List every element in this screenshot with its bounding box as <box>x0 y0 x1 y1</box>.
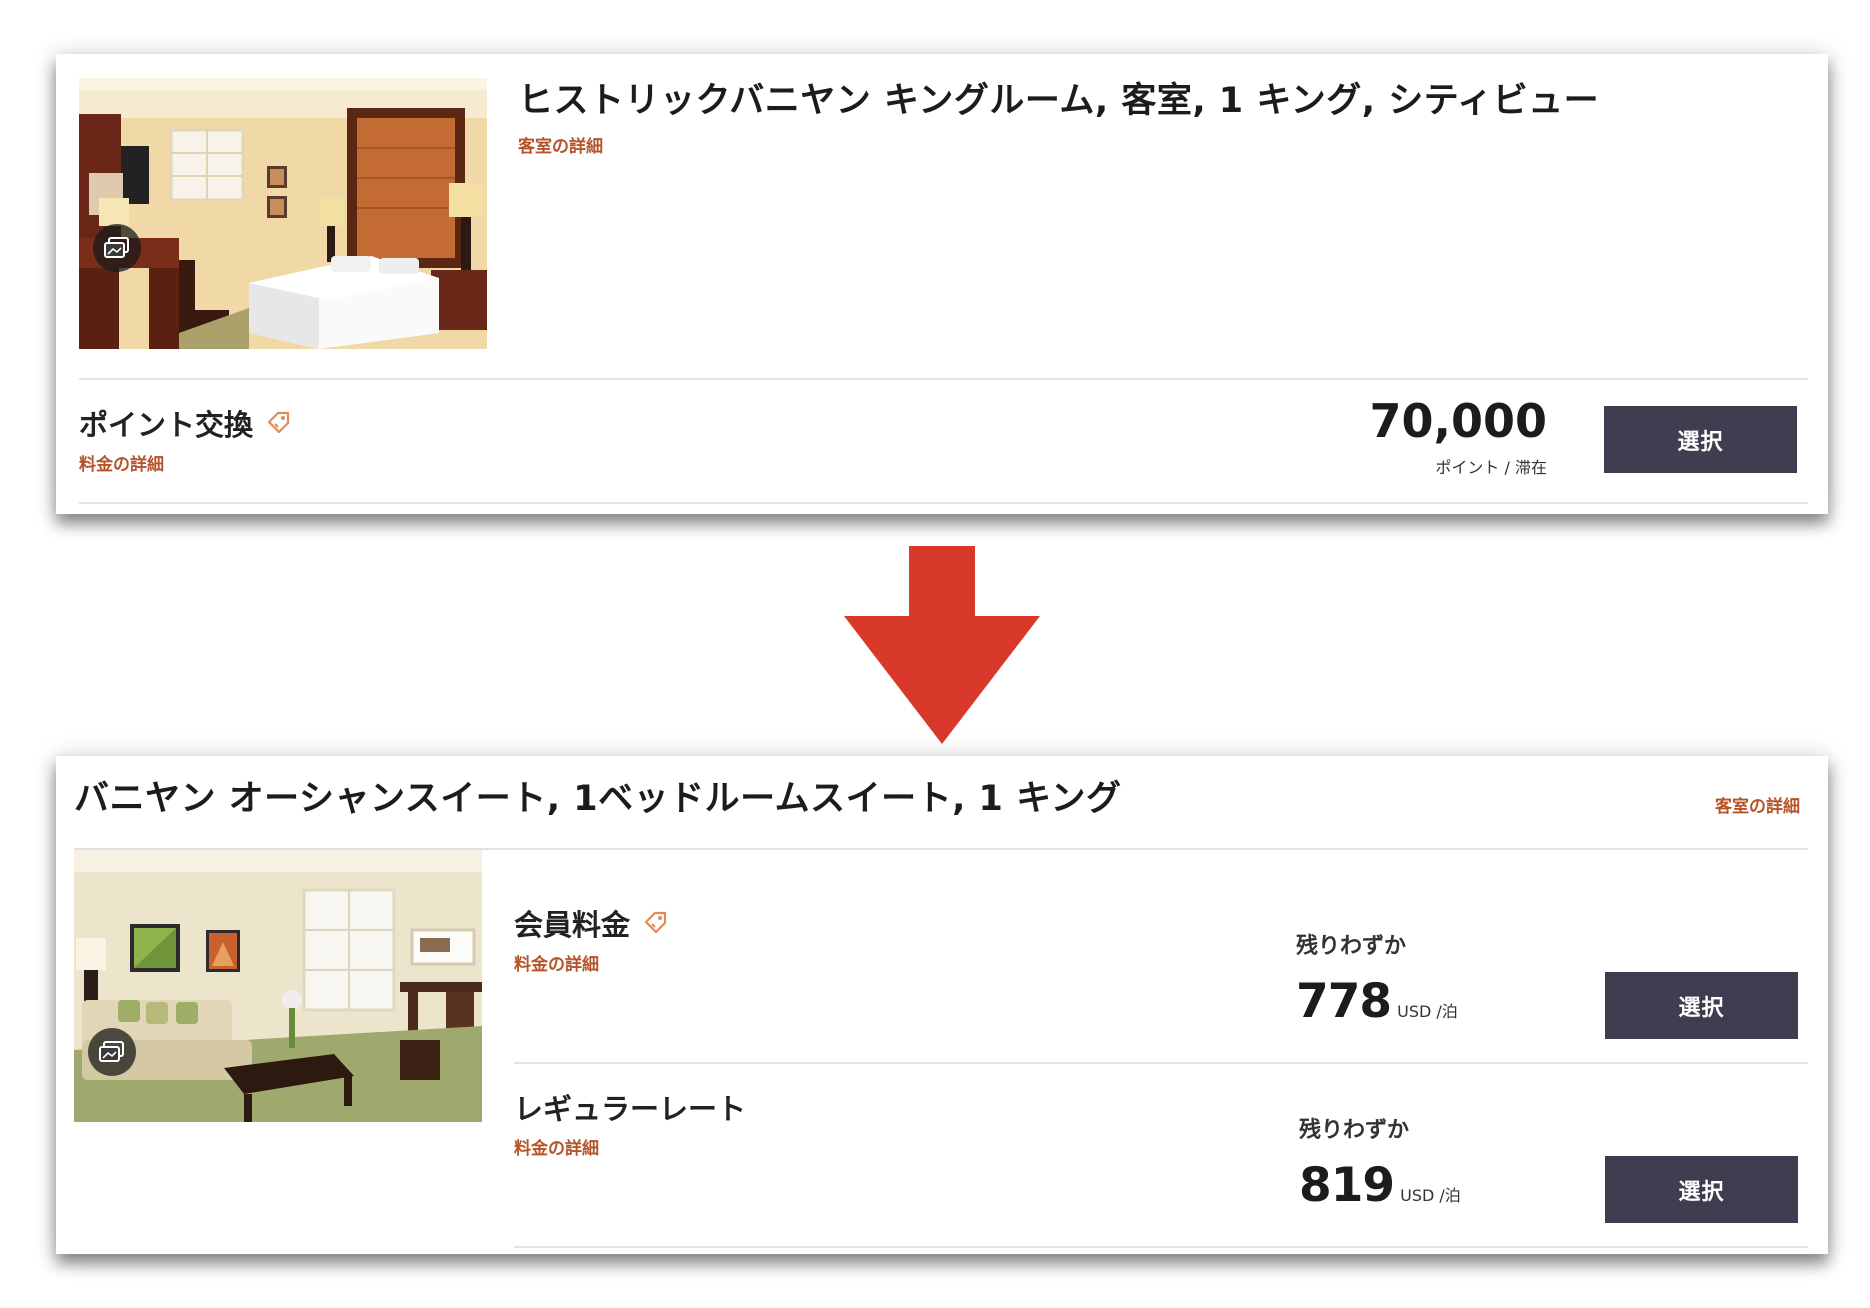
points-unit: ポイント / 滞在 <box>1435 458 1547 477</box>
room-photo-suite[interactable] <box>74 850 482 1122</box>
rate-name-label: 会員料金 <box>514 908 631 942</box>
photo-gallery-button[interactable] <box>88 1028 136 1076</box>
price-amount: 819 <box>1299 1158 1395 1213</box>
room-details-link[interactable]: 客室の詳細 <box>518 132 603 157</box>
rate-details-link[interactable]: 料金の詳細 <box>514 1134 599 1159</box>
availability-label: 残りわずか <box>1299 1118 1410 1143</box>
rate-name-regular: レギュラーレート <box>514 1086 746 1128</box>
price-unit: USD /泊 <box>1397 1002 1458 1021</box>
availability-label: 残りわずか <box>1296 934 1407 959</box>
select-button[interactable]: 選択 <box>1604 406 1797 473</box>
divider <box>79 502 1808 504</box>
room-title: バニヤン オーシャンスイート, 1ベッドルームスイート, 1 キング <box>74 779 1122 819</box>
offer-tag-icon <box>267 411 290 434</box>
rate-name-member: 会員料金 <box>514 902 670 944</box>
room-photo-suite-image <box>74 850 482 1122</box>
room-card-ocean-suite: バニヤン オーシャンスイート, 1ベッドルームスイート, 1 キング 客室の詳細 <box>56 756 1828 1254</box>
rate-name-points: ポイント交換 <box>79 402 293 444</box>
divider <box>79 378 1808 380</box>
offer-tag-icon <box>644 911 667 934</box>
down-arrow-icon <box>844 546 1040 744</box>
divider <box>514 1246 1808 1248</box>
rate-name-label: ポイント交換 <box>79 408 254 442</box>
room-photo-king-image <box>79 78 487 349</box>
price-unit: USD /泊 <box>1400 1186 1461 1205</box>
room-details-link[interactable]: 客室の詳細 <box>1715 792 1800 817</box>
price: 819 USD /泊 <box>1299 1158 1461 1213</box>
rate-name-label: レギュラーレート <box>514 1092 747 1126</box>
room-title: ヒストリックバニヤン キングルーム, 客室, 1 キング, シティビュー <box>518 81 1600 121</box>
rate-details-link[interactable]: 料金の詳細 <box>514 950 599 975</box>
select-button[interactable]: 選択 <box>1605 972 1798 1039</box>
photo-gallery-icon <box>99 1041 124 1062</box>
photo-gallery-icon <box>104 237 129 258</box>
price: 778 USD /泊 <box>1296 974 1458 1029</box>
room-card-historic-king: ヒストリックバニヤン キングルーム, 客室, 1 キング, シティビュー 客室の… <box>56 54 1828 514</box>
points-amount: 70,000 <box>1369 394 1547 448</box>
select-button[interactable]: 選択 <box>1605 1156 1798 1223</box>
room-photo-king[interactable] <box>79 78 487 349</box>
photo-gallery-button[interactable] <box>93 224 141 272</box>
price-amount: 778 <box>1296 974 1392 1029</box>
rate-details-link[interactable]: 料金の詳細 <box>79 450 164 475</box>
divider <box>514 1062 1808 1064</box>
